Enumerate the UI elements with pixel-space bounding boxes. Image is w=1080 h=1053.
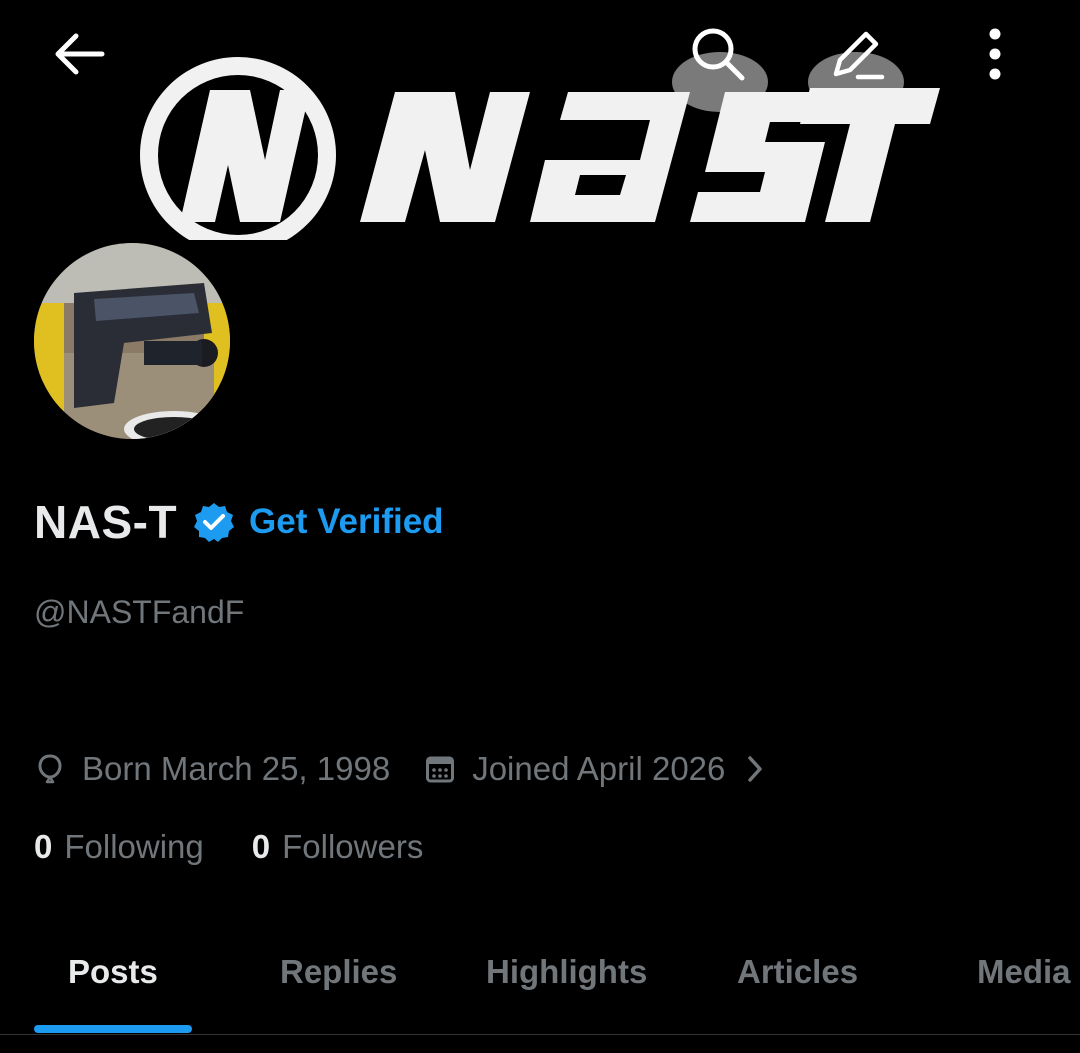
followers-link[interactable]: 0 Followers [252, 828, 424, 866]
edit-profile-button[interactable] [818, 18, 894, 90]
chevron-right-icon[interactable] [745, 754, 765, 784]
follow-stats-row: 0 Following 0 Followers [34, 823, 423, 871]
more-options-button[interactable] [960, 18, 1030, 90]
birthday-item: Born March 25, 1998 [34, 750, 390, 788]
display-name: NAS-T [34, 496, 178, 548]
user-handle: @NASTFandF [34, 594, 245, 630]
more-vertical-icon [989, 28, 1001, 80]
edit-icon [833, 31, 885, 80]
following-link[interactable]: 0 Following [34, 828, 204, 866]
back-button[interactable] [40, 18, 120, 90]
tab-articles[interactable]: Articles [737, 930, 858, 1014]
birthday-text: Born March 25, 1998 [82, 750, 391, 787]
profile-page: NAS-T Get Verified @NASTFandF Born March… [0, 0, 1080, 1053]
top-action-bar [0, 0, 1080, 110]
calendar-icon [424, 753, 456, 785]
get-verified-link[interactable]: Get Verified [249, 502, 444, 542]
following-count: 0 [34, 828, 53, 865]
tab-replies[interactable]: Replies [280, 930, 397, 1014]
tab-highlights[interactable]: Highlights [486, 930, 647, 1014]
followers-label: Followers [282, 828, 424, 865]
avatar[interactable] [34, 243, 230, 439]
balloon-icon [34, 753, 66, 785]
joined-text: Joined April 2026 [472, 750, 726, 787]
profile-meta-row: Born March 25, 1998 Joined April 2026 [34, 745, 765, 793]
tab-posts[interactable]: Posts [68, 930, 158, 1014]
active-tab-indicator [34, 1025, 192, 1033]
arrow-left-icon [55, 33, 105, 75]
avatar-image [34, 243, 230, 439]
name-row: NAS-T Get Verified [34, 492, 444, 552]
profile-tabs: Posts Replies Highlights Articles Media [0, 930, 1080, 1035]
followers-count: 0 [251, 828, 271, 865]
following-label: Following [64, 828, 204, 865]
search-icon [692, 28, 745, 81]
verified-badge-icon[interactable] [193, 501, 235, 543]
bottom-spacer [0, 1035, 1080, 1053]
search-button[interactable] [680, 18, 756, 90]
tab-media[interactable]: Media [977, 930, 1071, 1014]
joined-item: Joined April 2026 [424, 750, 725, 788]
